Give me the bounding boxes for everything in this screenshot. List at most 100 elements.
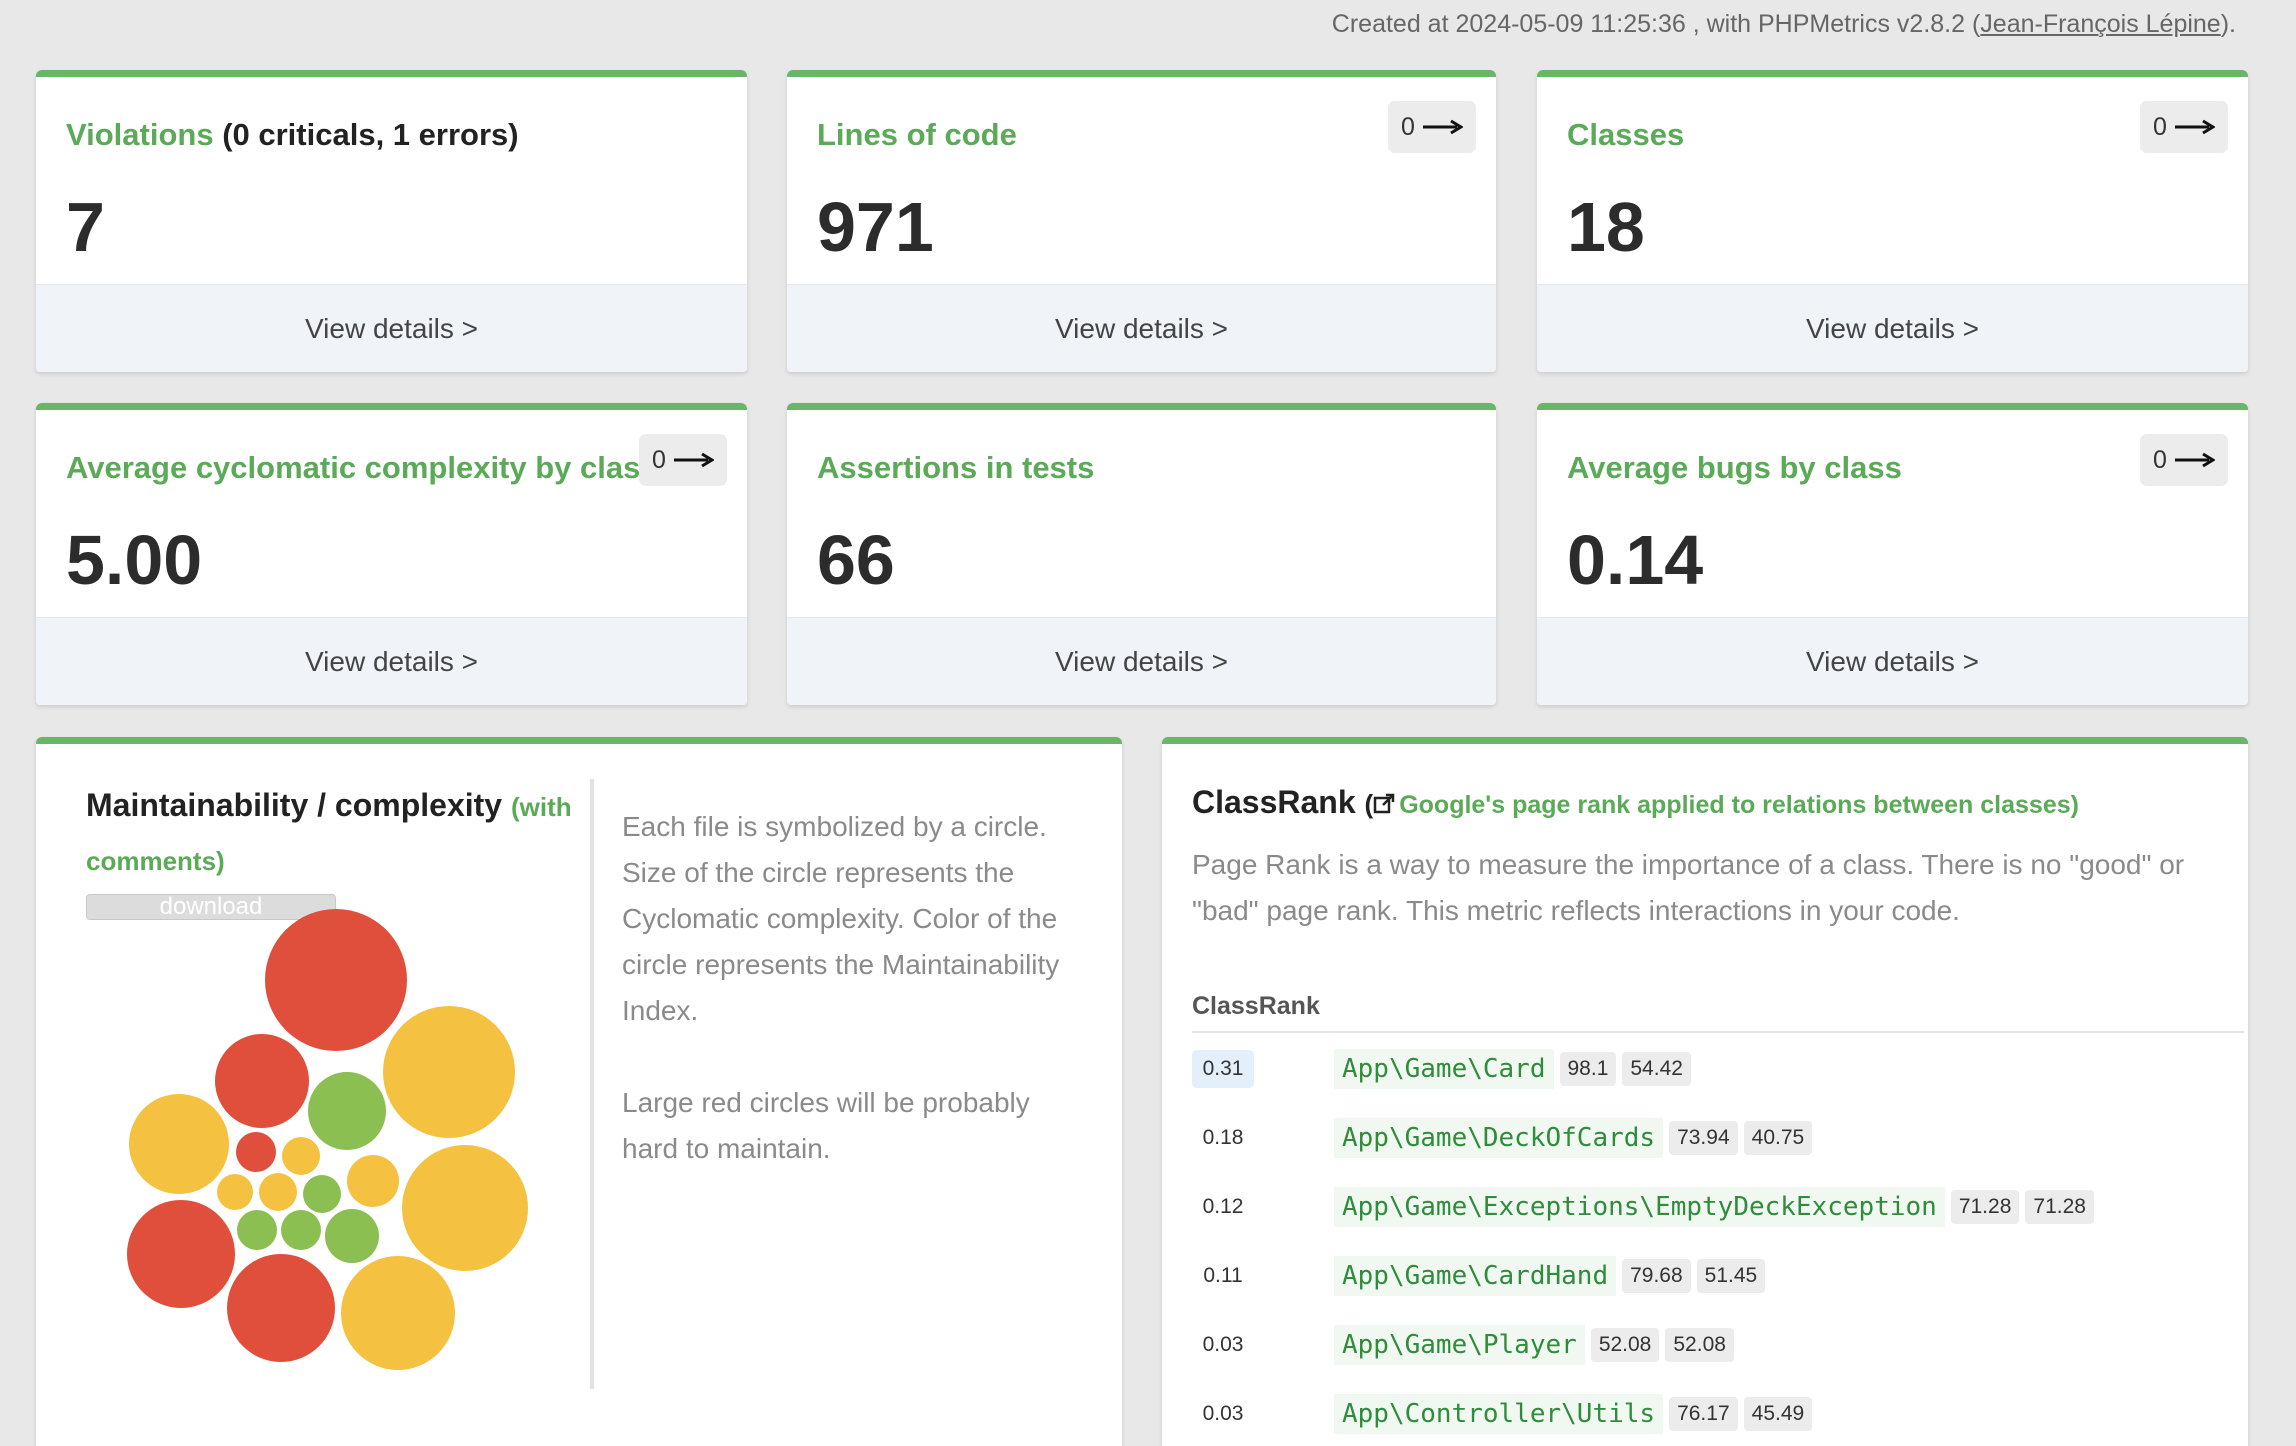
author-link[interactable]: Jean-François Lépine (1980, 10, 2220, 38)
rank-value: 0.12 (1202, 1194, 1244, 1218)
bubble[interactable] (217, 1174, 253, 1210)
lines-of-code-card: Lines of code 0 971 View details > (787, 70, 1496, 372)
card-title: Classes (1567, 117, 1685, 152)
metric-badge: 54.42 (1622, 1051, 1691, 1086)
pagerank-link[interactable]: Google's page rank applied to relations … (1399, 791, 2079, 819)
bubble[interactable] (308, 1072, 386, 1150)
view-details-link[interactable]: View details > (1537, 284, 2248, 372)
card-value: 66 (817, 521, 895, 599)
classes-card: Classes 0 18 View details > (1537, 70, 2248, 372)
trend-badge[interactable]: 0 (2140, 101, 2228, 153)
external-link-icon (1373, 793, 1395, 814)
metric-badge: 71.28 (1950, 1189, 2020, 1224)
card-value: 18 (1567, 188, 1645, 266)
bubble[interactable] (127, 1200, 235, 1308)
panel-description: Each file is symbolized by a circle. Siz… (622, 804, 1092, 1172)
bubble[interactable] (129, 1094, 229, 1194)
panel-title: ClassRank ( Google's page rank applied to… (1192, 784, 2079, 821)
metric-badge: 45.49 (1743, 1396, 1813, 1431)
panel-description: Page Rank is a way to measure the import… (1192, 849, 2185, 926)
trend-value: 0 (2153, 445, 2167, 474)
class-name-link[interactable]: App\Game\Card (1334, 1048, 1554, 1089)
bubble[interactable] (383, 1006, 515, 1138)
bubble[interactable] (236, 1132, 276, 1172)
panel-title-text: ClassRank (1192, 784, 1356, 820)
trend-badge[interactable]: 0 (2140, 434, 2228, 486)
trend-value: 0 (652, 445, 666, 474)
card-title-text: Violations (66, 117, 214, 152)
class-name-link[interactable]: App\Controller\Utils (1334, 1393, 1664, 1434)
table-row: 0.12 App\Game\Exceptions\EmptyDeckExcept… (1192, 1172, 2244, 1241)
bubble[interactable] (347, 1155, 399, 1207)
trend-value: 0 (2153, 112, 2167, 141)
arrow-right-icon (1422, 119, 1463, 135)
created-info: Created at 2024-05-09 11:25:36 , with PH… (1332, 10, 2236, 39)
bubble[interactable] (237, 1210, 277, 1250)
class-name-link[interactable]: App\Game\Exceptions\EmptyDeckException (1334, 1186, 1945, 1227)
rank-value: 0.03 (1202, 1401, 1244, 1425)
metric-badge: 76.17 (1669, 1396, 1738, 1431)
bubble[interactable] (325, 1209, 379, 1263)
card-title: Violations (0 criticals, 1 errors) (66, 117, 519, 153)
class-name-link[interactable]: App\Game\Player (1334, 1324, 1585, 1365)
created-text: Created at 2024-05-09 11:25:36 , with PH… (1331, 10, 1981, 38)
card-value: 971 (817, 188, 934, 266)
view-details-link[interactable]: View details > (1537, 617, 2248, 705)
arrow-right-icon (2174, 119, 2215, 135)
metric-badge: 52.08 (1665, 1327, 1734, 1362)
description-paragraph: Each file is symbolized by a circle. Siz… (622, 811, 1060, 1026)
assertions-card: Assertions in tests 66 View details > (787, 403, 1496, 705)
class-name-link[interactable]: App\Game\DeckOfCards (1334, 1117, 1664, 1158)
arrow-right-icon (673, 452, 714, 468)
arrow-right-icon (2174, 452, 2215, 468)
trend-value: 0 (1401, 112, 1415, 141)
card-title: Lines of code (817, 117, 1017, 152)
panel-divider (590, 779, 594, 1389)
view-details-link[interactable]: View details > (787, 284, 1496, 372)
classrank-panel: ClassRank ( Google's page rank applied to… (1162, 737, 2248, 1446)
metric-badge: 52.08 (1590, 1327, 1660, 1362)
bubble[interactable] (282, 1137, 320, 1175)
trend-badge[interactable]: 0 (639, 434, 727, 486)
metric-badge: 73.94 (1669, 1120, 1738, 1155)
avg-complexity-card: Average cyclomatic complexity by class 0… (36, 403, 747, 705)
bubble[interactable] (259, 1173, 297, 1211)
bubble[interactable] (265, 909, 407, 1051)
table-row: 0.03 App\Game\Player 52.08 52.08 (1192, 1310, 2244, 1379)
bubble[interactable] (227, 1254, 335, 1362)
metric-badge: 98.1 (1559, 1051, 1617, 1086)
bubble[interactable] (281, 1210, 321, 1250)
card-value: 5.00 (66, 521, 203, 599)
view-details-link[interactable]: View details > (36, 617, 747, 705)
class-name-link[interactable]: App\Game\CardHand (1334, 1255, 1617, 1296)
metric-badge: 71.28 (2025, 1189, 2094, 1224)
card-title: Assertions in tests (817, 450, 1095, 485)
view-details-link[interactable]: View details > (36, 284, 747, 372)
created-suffix: ). (2220, 10, 2236, 38)
metric-badge: 51.45 (1696, 1258, 1766, 1293)
description-paragraph: Large red circles will be probably hard … (622, 1087, 1030, 1164)
maintainability-panel: Maintainability / complexity (with comme… (36, 737, 1122, 1446)
violations-summary: (0 criticals, 1 errors) (222, 117, 519, 152)
bubble[interactable] (402, 1145, 528, 1271)
open-paren: ( (1364, 789, 1374, 819)
bubble[interactable] (303, 1175, 341, 1213)
card-value: 0.14 (1567, 521, 1704, 599)
rank-value: 0.03 (1202, 1332, 1244, 1356)
violations-card: Violations (0 criticals, 1 errors) 7 Vie… (36, 70, 747, 372)
rank-value: 0.31 (1192, 1049, 1254, 1088)
bubble[interactable] (341, 1256, 455, 1370)
metric-badge: 40.75 (1743, 1120, 1813, 1155)
bubble[interactable] (215, 1034, 309, 1128)
bubble-chart (127, 909, 528, 1370)
view-details-link[interactable]: View details > (787, 617, 1496, 705)
classrank-table: 0.31 App\Game\Card 98.1 54.42 0.18 App\G… (1192, 1034, 2244, 1446)
avg-bugs-card: Average bugs by class 0 0.14 View detail… (1537, 403, 2248, 705)
card-value: 7 (66, 188, 105, 266)
table-row: 0.18 App\Game\DeckOfCards 73.94 40.75 (1192, 1103, 2244, 1172)
trend-badge[interactable]: 0 (1388, 101, 1476, 153)
metric-badge: 79.68 (1622, 1258, 1691, 1293)
table-row: 0.11 App\Game\CardHand 79.68 51.45 (1192, 1241, 2244, 1310)
card-title: Average bugs by class (1567, 450, 1902, 485)
rank-value: 0.11 (1203, 1263, 1243, 1287)
